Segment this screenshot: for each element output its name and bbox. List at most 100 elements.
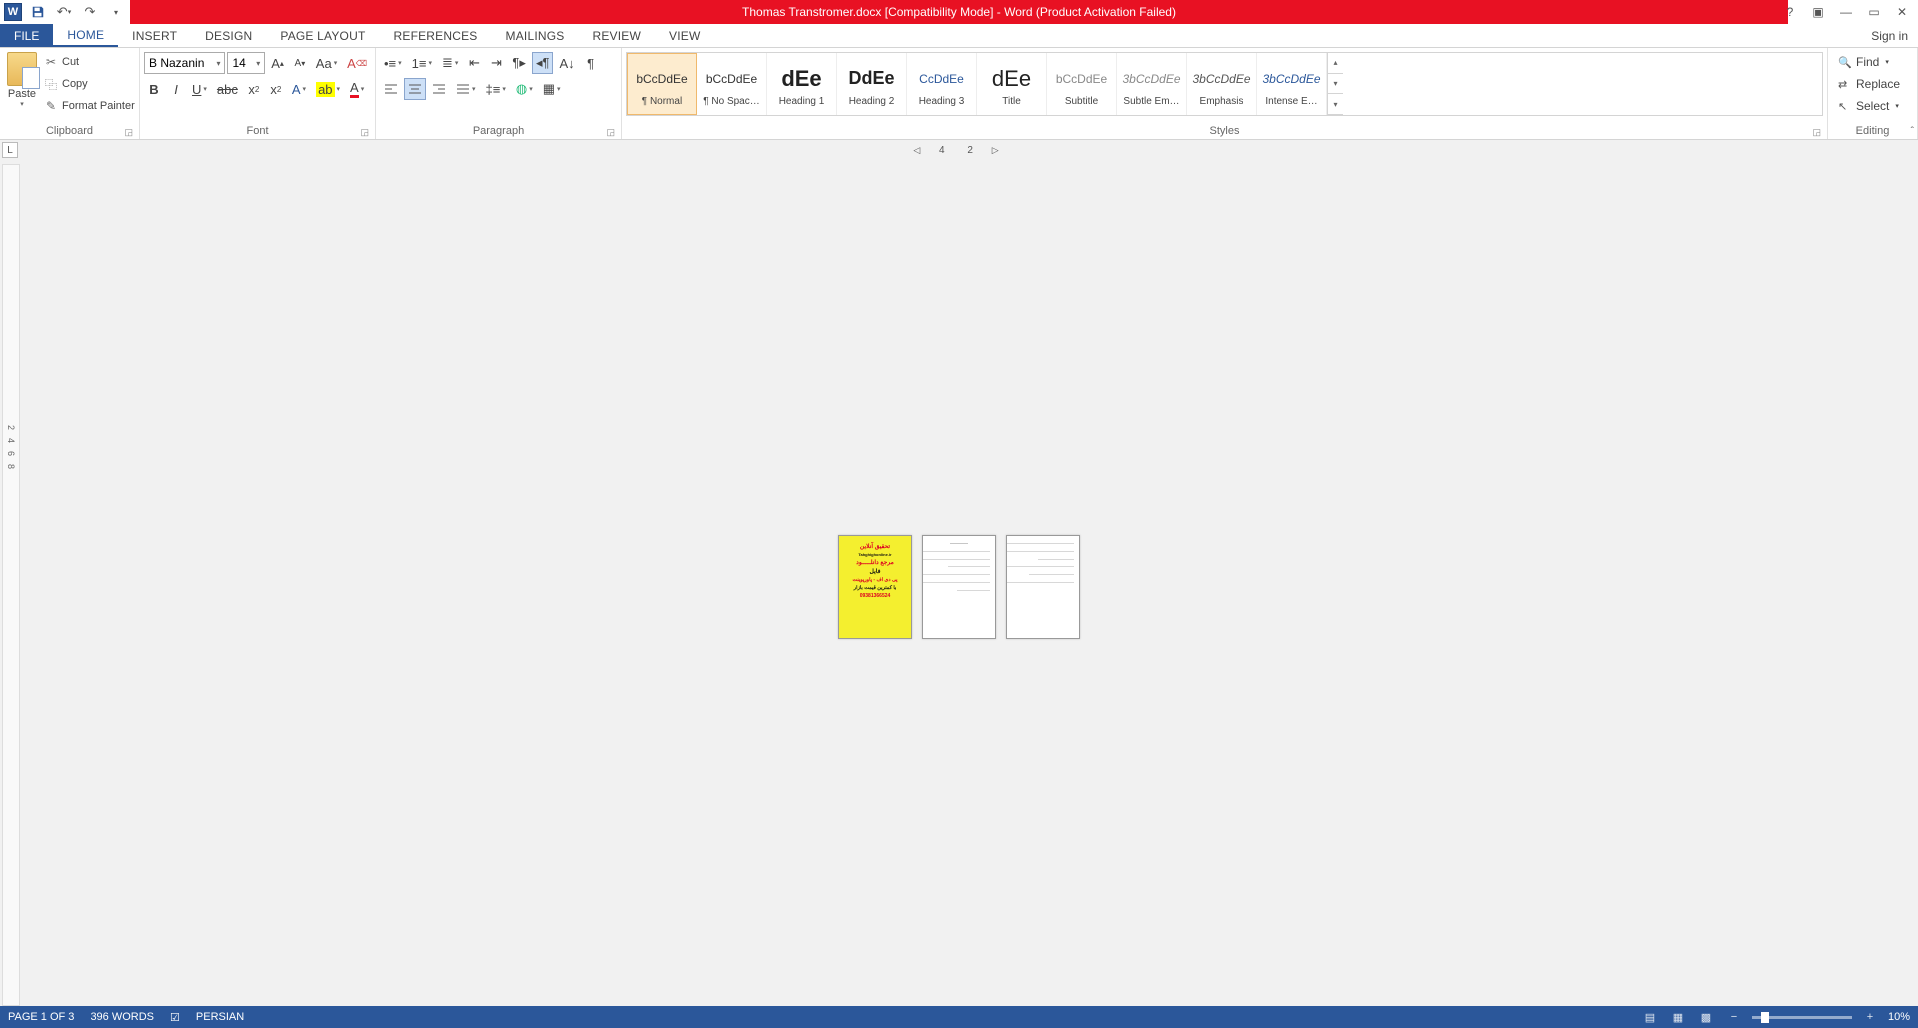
underline-button[interactable]: U▾ <box>188 78 211 100</box>
styles-scroll-down[interactable]: ▾ <box>1328 74 1343 95</box>
highlight-button[interactable]: ab▾ <box>312 78 344 100</box>
horizontal-ruler[interactable]: ◁ 4 2 ▷ <box>0 140 1918 160</box>
tab-design[interactable]: DESIGN <box>191 24 266 47</box>
align-center-button[interactable] <box>404 78 426 100</box>
subscript-button[interactable]: x2 <box>244 78 264 100</box>
select-button[interactable]: ↖Select▾ <box>1838 96 1900 116</box>
undo-button[interactable]: ↶▾ <box>54 2 74 22</box>
zoom-out-button[interactable]: − <box>1724 1009 1744 1025</box>
web-layout-button[interactable]: ▩ <box>1696 1009 1716 1025</box>
font-launcher[interactable]: ◲ <box>360 127 369 138</box>
bullets-button[interactable]: •≡▾ <box>380 52 406 74</box>
tab-file[interactable]: FILE <box>0 24 53 47</box>
rtl-button[interactable]: ◂¶ <box>532 52 554 74</box>
style-intense-e-[interactable]: 3bCcDdEeIntense E… <box>1257 53 1327 115</box>
zoom-value[interactable]: 10% <box>1888 1011 1910 1023</box>
increase-indent-button[interactable]: ⇥ <box>486 52 506 74</box>
clipboard-launcher[interactable]: ◲ <box>124 127 133 138</box>
ltr-button[interactable]: ¶▸ <box>508 52 530 74</box>
style-heading-2[interactable]: DdEeHeading 2 <box>837 53 907 115</box>
tab-references[interactable]: REFERENCES <box>380 24 492 47</box>
decrease-indent-button[interactable]: ⇤ <box>464 52 484 74</box>
replace-button[interactable]: ⇄Replace <box>1838 74 1900 94</box>
align-left-button[interactable] <box>380 78 402 100</box>
style-subtle-em-[interactable]: 3bCcDdEeSubtle Em… <box>1117 53 1187 115</box>
tab-selector[interactable]: L <box>2 142 18 158</box>
styles-more[interactable]: ▾ <box>1328 94 1343 115</box>
font-size-combo[interactable]: 14▾ <box>227 52 265 74</box>
sign-in-link[interactable]: Sign in <box>1861 24 1918 47</box>
status-words[interactable]: 396 WORDS <box>90 1011 154 1023</box>
sort-button[interactable]: A↓ <box>555 52 578 74</box>
tab-review[interactable]: REVIEW <box>578 24 655 47</box>
style-title[interactable]: dEeTitle <box>977 53 1047 115</box>
zoom-slider[interactable] <box>1752 1016 1852 1019</box>
style-heading-3[interactable]: CcDdEeHeading 3 <box>907 53 977 115</box>
paste-button[interactable]: Paste ▾ <box>4 50 40 108</box>
style-name: Heading 2 <box>849 96 895 107</box>
tab-page-layout[interactable]: PAGE LAYOUT <box>266 24 379 47</box>
hruler-mark: 2 <box>967 145 979 156</box>
superscript-button[interactable]: x2 <box>266 78 286 100</box>
redo-button[interactable]: ↷ <box>80 2 100 22</box>
style-emphasis[interactable]: 3bCcDdEeEmphasis <box>1187 53 1257 115</box>
tab-home[interactable]: HOME <box>53 24 118 47</box>
style-subtitle[interactable]: bCcDdEeSubtitle <box>1047 53 1117 115</box>
print-layout-button[interactable]: ▦ <box>1668 1009 1688 1025</box>
align-right-button[interactable] <box>428 78 450 100</box>
clear-formatting-button[interactable]: A⌫ <box>343 52 371 74</box>
page-3[interactable]: ——————————————————————————— ————————————… <box>1006 535 1080 639</box>
status-language[interactable]: PERSIAN <box>196 1011 244 1023</box>
collapse-ribbon-button[interactable]: ˆ <box>1911 126 1914 137</box>
page-2-text: —————— ——————————————————————————— —————… <box>928 541 990 593</box>
strikethrough-button[interactable]: abc <box>213 78 242 100</box>
help-button[interactable]: ? <box>1780 2 1800 22</box>
styles-launcher[interactable]: ◲ <box>1812 127 1821 138</box>
style-preview: 3bCcDdEe <box>1262 62 1320 96</box>
close-button[interactable]: ✕ <box>1892 2 1912 22</box>
qat-customize[interactable]: ▾ <box>106 2 126 22</box>
line-spacing-button[interactable]: ‡≡▾ <box>482 78 510 100</box>
page-2[interactable]: —————— ——————————————————————————— —————… <box>922 535 996 639</box>
styles-scroll-up[interactable]: ▴ <box>1328 53 1343 74</box>
font-name-combo[interactable]: B Nazanin▾ <box>144 52 225 74</box>
shrink-font-button[interactable]: A▾ <box>290 52 310 74</box>
replace-label: Replace <box>1856 77 1900 91</box>
zoom-thumb[interactable] <box>1761 1012 1769 1023</box>
copy-button[interactable]: ⿻Copy <box>44 74 135 94</box>
style---normal[interactable]: bCcDdEe¶ Normal <box>627 53 697 115</box>
change-case-button[interactable]: Aa▾ <box>312 52 341 74</box>
shading-button[interactable]: ◍▾ <box>512 78 537 100</box>
read-mode-button[interactable]: ▤ <box>1640 1009 1660 1025</box>
save-button[interactable] <box>28 2 48 22</box>
font-size-value: 14 <box>232 56 245 70</box>
paragraph-launcher[interactable]: ◲ <box>606 127 615 138</box>
format-painter-button[interactable]: ✎Format Painter <box>44 96 135 116</box>
bold-button[interactable]: B <box>144 78 164 100</box>
borders-button[interactable]: ▦▾ <box>539 78 565 100</box>
style---no-spac-[interactable]: bCcDdEe¶ No Spac… <box>697 53 767 115</box>
show-marks-button[interactable]: ¶ <box>581 52 601 74</box>
minimize-button[interactable]: — <box>1836 2 1856 22</box>
italic-button[interactable]: I <box>166 78 186 100</box>
tab-mailings[interactable]: MAILINGS <box>492 24 579 47</box>
find-button[interactable]: 🔍Find▾ <box>1838 52 1900 72</box>
tab-view[interactable]: VIEW <box>655 24 714 47</box>
format-painter-label: Format Painter <box>62 100 135 112</box>
grow-font-button[interactable]: A▴ <box>267 52 288 74</box>
status-page[interactable]: PAGE 1 OF 3 <box>8 1011 74 1023</box>
justify-button[interactable]: ▾ <box>452 78 480 100</box>
maximize-button[interactable]: ▭ <box>1864 2 1884 22</box>
style-heading-1[interactable]: dEeHeading 1 <box>767 53 837 115</box>
numbering-button[interactable]: 1≡▾ <box>408 52 436 74</box>
style-preview: dEe <box>781 62 821 96</box>
multilevel-button[interactable]: ≣▾ <box>438 52 462 74</box>
page-1[interactable]: تحقیق آنلاین Tahghighonline.ir مرجع دانل… <box>838 535 912 639</box>
font-color-button[interactable]: A▾ <box>346 78 368 100</box>
text-effects-button[interactable]: A▾ <box>288 78 310 100</box>
ribbon-display-button[interactable]: ▣ <box>1808 2 1828 22</box>
status-proofing[interactable]: ☑ <box>170 1011 180 1024</box>
tab-insert[interactable]: INSERT <box>118 24 191 47</box>
cut-button[interactable]: ✂Cut <box>44 52 135 72</box>
zoom-in-button[interactable]: + <box>1860 1009 1880 1025</box>
